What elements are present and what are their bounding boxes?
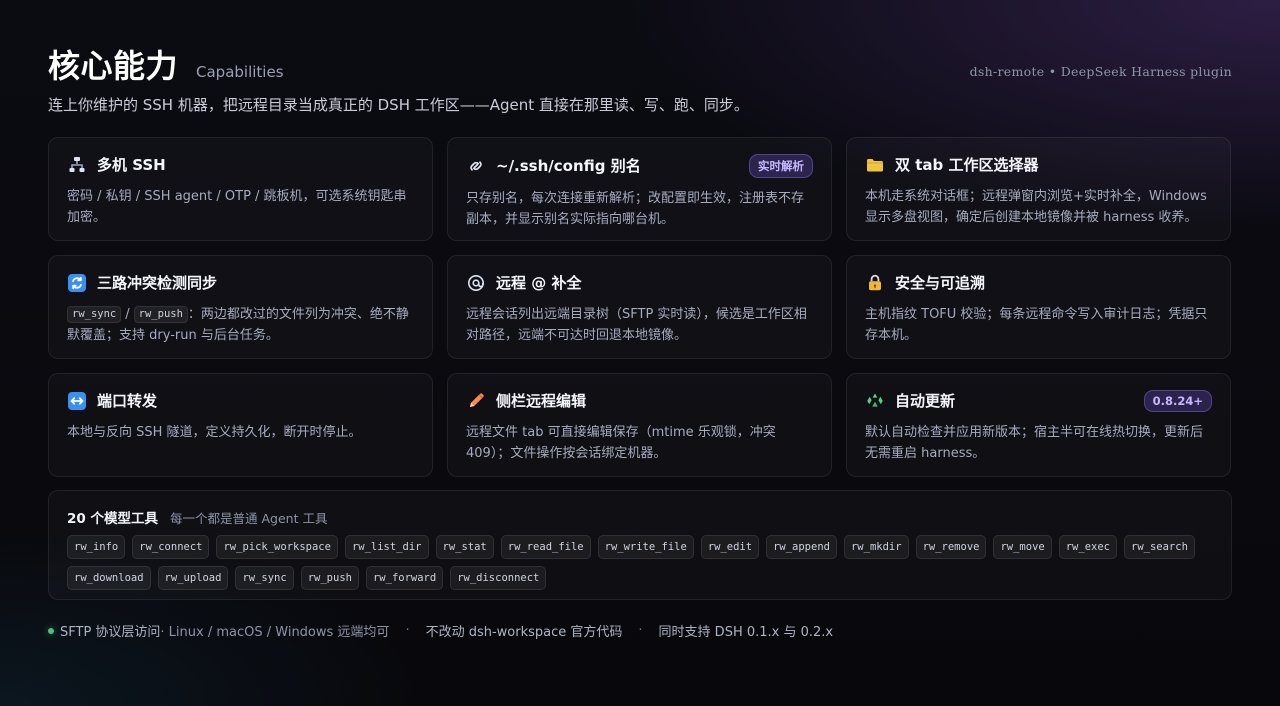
card-description: 远程会话列出远端目录树（SFTP 实时读），候选是工作区相对路径，远端不可达时回… (466, 307, 807, 343)
footer-item-sftp: SFTP 协议层访问 (60, 625, 161, 640)
card-description: 本地与反向 SSH 隧道，定义持久化，断开时停止。 (67, 425, 362, 440)
capability-card-workspace-picker: 双 tab 工作区选择器 本机走系统对话框；远程弹窗内浏览+实时补全，Windo… (846, 137, 1231, 241)
capability-card-sidebar-editing: 侧栏远程编辑 远程文件 tab 可直接编辑保存（mtime 乐观锁，冲突 409… (447, 373, 832, 477)
card-title: 自动更新 (895, 392, 956, 410)
tool-chip-rw-list-dir: rw_list_dir (344, 535, 429, 559)
tool-chip-rw-connect: rw_connect (132, 535, 210, 559)
card-header: 双 tab 工作区选择器 (865, 154, 1212, 176)
hero-header: 核心能力 Capabilities dsh-remote • DeepSeek … (48, 50, 1232, 116)
tool-chip-rw-download: rw_download (67, 566, 151, 590)
tool-list: rw_info rw_connect rw_pick_workspace rw_… (67, 535, 1213, 590)
capability-card-remote-completion: 远程 @ 补全 远程会话列出远端目录树（SFTP 实时读），候选是工作区相对路径… (447, 255, 832, 359)
plugin-meta: dsh-remote • DeepSeek Harness plugin (969, 64, 1232, 79)
slash-separator: / (125, 307, 130, 322)
page-title-en: Capabilities (196, 63, 284, 81)
tool-chip-rw-stat: rw_stat (435, 535, 494, 559)
card-header: ~/.ssh/config 别名 实时解析 (466, 154, 813, 178)
tool-chip-rw-search: rw_search (1124, 535, 1195, 559)
lock-icon (865, 273, 885, 293)
card-title: 安全与可追溯 (895, 274, 986, 292)
capabilities-page: 核心能力 Capabilities dsh-remote • DeepSeek … (0, 0, 1280, 706)
folder-icon (865, 155, 885, 175)
tool-chip-rw-append: rw_append (766, 535, 837, 559)
card-title: 侧栏远程编辑 (496, 392, 587, 410)
card-description: 远程文件 tab 可直接编辑保存（mtime 乐观锁，冲突 409）；文件操作按… (466, 425, 776, 461)
model-tools-panel: 20 个模型工具 每一个都是普通 Agent 工具 rw_info rw_con… (48, 490, 1232, 600)
card-description: 默认自动检查并应用新版本；宿主半可在线热切换，更新后无需重启 harness。 (865, 425, 1204, 461)
card-title: 多机 SSH (97, 156, 166, 174)
tool-chip-rw-write-file: rw_write_file (597, 535, 694, 559)
tool-chip-rw-remove: rw_remove (915, 535, 987, 559)
card-title: 远程 @ 补全 (496, 274, 582, 292)
card-header: 安全与可追溯 (865, 272, 1212, 294)
capability-card-security-audit: 安全与可追溯 主机指纹 TOFU 校验；每条远程命令写入审计日志；凭据只存本机。 (846, 255, 1231, 359)
version-badge: 0.8.24+ (1143, 390, 1212, 412)
sync-tool-chip: rw_sync (67, 306, 122, 323)
card-description: 主机指纹 TOFU 校验；每条远程命令写入审计日志；凭据只存本机。 (865, 307, 1208, 343)
tool-chip-rw-read-file: rw_read_file (500, 535, 591, 559)
card-title: 双 tab 工作区选择器 (895, 156, 1039, 174)
footer-separator: · (638, 623, 643, 638)
feature-footer: SFTP 协议层访问 · Linux / macOS / Windows 远端均… (48, 621, 1232, 640)
tools-header: 20 个模型工具 每一个都是普通 Agent 工具 (67, 507, 1213, 527)
footer-separator: · (405, 623, 410, 638)
card-header: 三路冲突检测同步 (67, 272, 414, 294)
card-description: 本机走系统对话框；远程弹窗内浏览+实时补全，Windows 显示多盘视图，确定后… (865, 189, 1207, 225)
port-icon (67, 391, 87, 411)
card-header: 端口转发 (67, 390, 414, 412)
tools-subtitle: 每一个都是普通 Agent 工具 (170, 511, 328, 526)
footer-item-platforms: · Linux / macOS / Windows 远端均可 (160, 625, 390, 640)
capability-card-auto-update: 自动更新 0.8.24+ 默认自动检查并应用新版本；宿主半可在线热切换，更新后无… (846, 373, 1231, 477)
sync-icon (67, 273, 87, 293)
tool-chip-rw-forward: rw_forward (365, 566, 444, 590)
footer-item-dsh-support: 同时支持 DSH 0.1.x 与 0.2.x (658, 625, 834, 640)
page-subtitle: 连上你维护的 SSH 机器，把远程目录当成真正的 DSH 工作区——Agent … (48, 96, 749, 114)
capability-card-ssh-config-alias: ~/.ssh/config 别名 实时解析 只存别名，每次连接重新解析；改配置即… (447, 137, 832, 241)
card-description: rw_sync / rw_push ：两边都改过的文件列为冲突、绝不静默覆盖；支持 d… (67, 305, 414, 346)
card-title: ~/.ssh/config 别名 (496, 157, 641, 175)
footer-item-official-code: 不改动 dsh-workspace 官方代码 (425, 625, 623, 640)
at-icon (466, 273, 486, 293)
card-header: 多机 SSH (67, 154, 414, 176)
page-title: 核心能力 (48, 47, 179, 85)
tool-chip-rw-exec: rw_exec (1058, 535, 1117, 559)
tool-chip-rw-upload: rw_upload (157, 566, 229, 590)
push-tool-chip: rw_push (133, 306, 188, 323)
tools-title: 20 个模型工具 (67, 511, 158, 527)
capability-card-port-forwarding: 端口转发 本地与反向 SSH 隧道，定义持久化，断开时停止。 (48, 373, 433, 477)
recycle-icon (865, 391, 885, 411)
tool-chip-rw-info: rw_info (67, 535, 126, 559)
pencil-icon (466, 391, 486, 411)
tool-chip-rw-edit: rw_edit (700, 535, 760, 559)
tool-chip-rw-sync: rw_sync (235, 566, 294, 590)
tool-chip-rw-pick-workspace: rw_pick_workspace (216, 535, 338, 559)
status-dot (48, 627, 54, 634)
tool-chip-rw-push: rw_push (300, 566, 359, 590)
tool-chip-rw-disconnect: rw_disconnect (450, 566, 547, 590)
network-icon (67, 155, 87, 175)
capability-grid: 多机 SSH 密码 / 私钥 / SSH agent / OTP / 跳板机，可… (48, 137, 1232, 477)
capability-card-multi-ssh: 多机 SSH 密码 / 私钥 / SSH agent / OTP / 跳板机，可… (48, 137, 433, 241)
card-title: 端口转发 (97, 392, 158, 410)
link-icon (466, 156, 486, 176)
tool-chip-rw-move: rw_move (993, 535, 1052, 559)
capability-card-three-way-sync: 三路冲突检测同步 rw_sync / rw_push ：两边都改过的文件列为冲突、绝不… (48, 255, 433, 359)
card-title: 三路冲突检测同步 (97, 274, 218, 292)
status-badge: 实时解析 (749, 154, 813, 178)
card-description: 只存别名，每次连接重新解析；改配置即生效，注册表不存副本，并显示别名实际指向哪台… (466, 191, 805, 227)
card-description: 密码 / 私钥 / SSH agent / OTP / 跳板机，可选系统钥匙串加… (67, 189, 407, 225)
card-header: 自动更新 0.8.24+ (865, 390, 1212, 412)
card-header: 侧栏远程编辑 (466, 390, 813, 412)
tool-chip-rw-mkdir: rw_mkdir (843, 535, 909, 559)
card-header: 远程 @ 补全 (466, 272, 813, 294)
